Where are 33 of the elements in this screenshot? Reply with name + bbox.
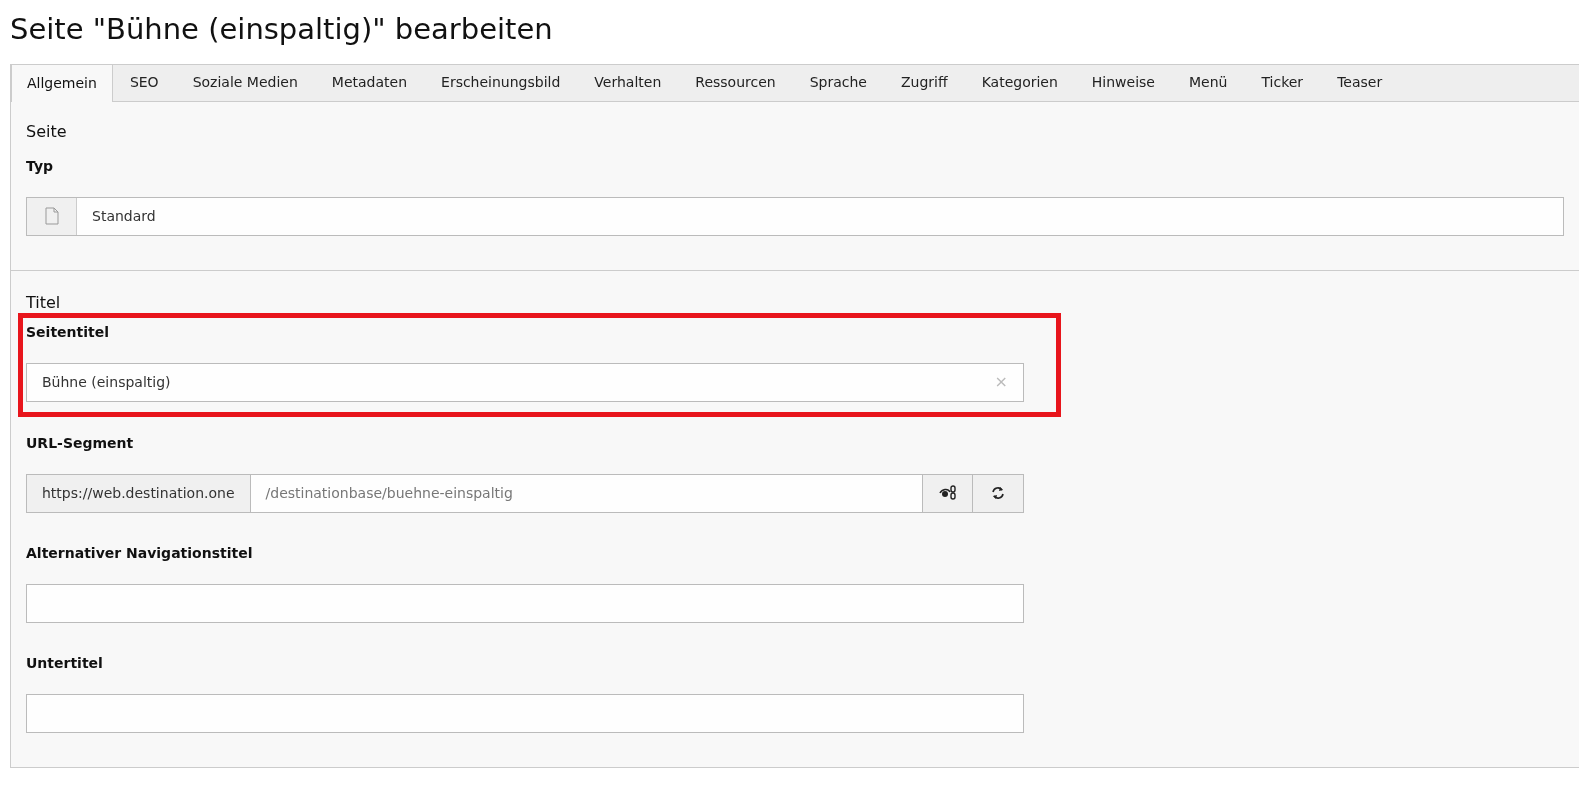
tab[interactable]: Menü xyxy=(1172,64,1245,101)
tab[interactable]: SEO xyxy=(112,64,176,101)
text-field[interactable] xyxy=(26,583,1024,623)
link-edit-button[interactable] xyxy=(922,473,973,513)
tab[interactable]: Allgemein xyxy=(11,64,113,102)
refresh-button[interactable] xyxy=(973,473,1024,513)
page-type-select[interactable]: Standard xyxy=(26,196,1564,236)
field-label: Seitentitel xyxy=(26,322,110,342)
tab[interactable]: Verhalten xyxy=(577,64,679,101)
refresh-icon xyxy=(990,485,1006,501)
field-label: Typ xyxy=(26,156,55,176)
tab[interactable]: Ressourcen xyxy=(678,64,793,101)
eye-chain-icon xyxy=(938,485,957,501)
tab[interactable]: Soziale Medien xyxy=(175,64,315,101)
text-field[interactable] xyxy=(26,693,1024,733)
field-label: Alternativer Navigationstitel xyxy=(26,543,254,563)
document-icon xyxy=(44,207,59,225)
tab[interactable]: Sprache xyxy=(792,64,884,101)
tab[interactable]: Erscheinungsbild xyxy=(424,64,578,101)
page-title: Seite "Bühne (einspaltig)" bearbeiten xyxy=(10,11,554,48)
tab[interactable]: Zugriff xyxy=(883,64,965,101)
section-heading: Titel xyxy=(26,291,62,314)
field-label: URL-Segment xyxy=(26,433,135,453)
tab[interactable]: Ticker xyxy=(1244,64,1321,101)
tab[interactable]: Kategorien xyxy=(964,64,1075,101)
url-prefix: https://web.destination.one xyxy=(26,473,251,513)
tab[interactable]: Metadaten xyxy=(314,64,425,101)
field-label: Untertitel xyxy=(26,653,104,673)
tab[interactable]: Teaser xyxy=(1320,64,1400,101)
section-heading: Seite xyxy=(26,120,68,143)
url-segment-field[interactable]: /destinationbase/buehne-einspaltig xyxy=(250,473,922,513)
tab[interactable]: Hinweise xyxy=(1074,64,1172,101)
text-field[interactable]: Bühne (einspaltig) × xyxy=(26,362,1024,402)
